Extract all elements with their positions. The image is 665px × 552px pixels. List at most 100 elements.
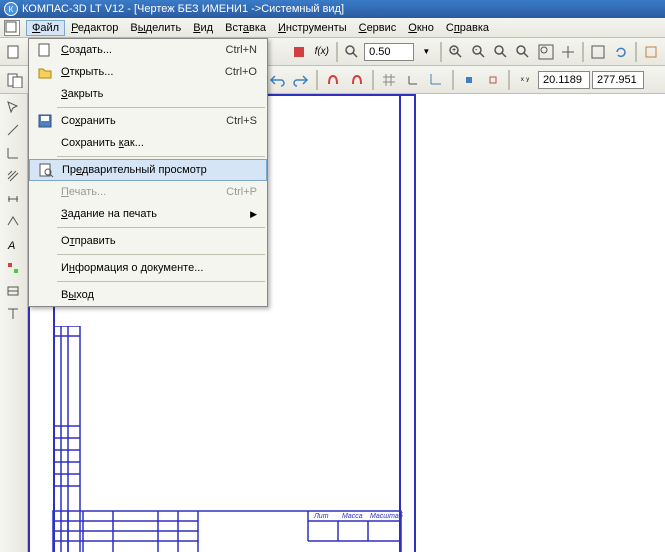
- menu-window[interactable]: Окно: [402, 20, 440, 36]
- menu-item-open[interactable]: Открыть... Ctrl+O: [29, 61, 267, 83]
- menubar: Файл Редактор Выделить Вид Вставка Инстр…: [0, 18, 665, 38]
- menu-label: Информация о документе...: [57, 262, 263, 274]
- open-icon: [37, 64, 53, 80]
- menu-label: Открыть...: [57, 66, 225, 78]
- menu-separator: [57, 156, 265, 157]
- local-cs-button[interactable]: [426, 69, 448, 91]
- tool-line[interactable]: [2, 119, 24, 141]
- coord-y-input[interactable]: [592, 71, 644, 89]
- menu-label: Отправить: [57, 235, 263, 247]
- tool-hatch[interactable]: [2, 165, 24, 187]
- menu-item-exit[interactable]: Выход: [29, 284, 267, 306]
- zoom-fit-button[interactable]: [342, 41, 362, 63]
- zoom-prev-button[interactable]: [513, 41, 533, 63]
- new-button[interactable]: [4, 41, 24, 63]
- menu-separator: [57, 254, 265, 255]
- menu-item-save[interactable]: Сохранить Ctrl+S: [29, 110, 267, 132]
- menu-item-close[interactable]: Закрыть: [29, 83, 267, 105]
- menu-tools[interactable]: Инструменты: [272, 20, 353, 36]
- left-toolbar: A: [0, 94, 28, 552]
- tb-mass: Масса: [342, 513, 363, 520]
- coord-x-input[interactable]: [538, 71, 590, 89]
- snap-button-2[interactable]: [346, 69, 368, 91]
- menu-shortcut: Ctrl+O: [225, 66, 263, 78]
- snap-end-button[interactable]: [482, 69, 504, 91]
- zoom-dropdown[interactable]: ▼: [416, 41, 436, 63]
- tool-rough[interactable]: [2, 211, 24, 233]
- zoom-window-button[interactable]: [491, 41, 511, 63]
- svg-text:+: +: [452, 47, 456, 54]
- menu-label: Печать...: [57, 186, 226, 198]
- tool-param[interactable]: [2, 280, 24, 302]
- tool-arrow[interactable]: [2, 96, 24, 118]
- menu-shortcut: Ctrl+S: [226, 115, 263, 127]
- menu-edit[interactable]: Редактор: [65, 20, 124, 36]
- snap-mid-button[interactable]: [458, 69, 480, 91]
- pan-button[interactable]: [558, 41, 578, 63]
- snap-button-1[interactable]: [322, 69, 344, 91]
- tool-edit[interactable]: [2, 257, 24, 279]
- view-prev-button[interactable]: [588, 41, 608, 63]
- title-doc: [Чертеж БЕЗ ИМЕНИ1 ->Системный вид]: [134, 3, 344, 15]
- menu-separator: [57, 281, 265, 282]
- app-icon: К: [4, 2, 18, 16]
- svg-text:A: A: [7, 240, 15, 252]
- file-menu-dropdown: Создать... Ctrl+N Открыть... Ctrl+O Закр…: [28, 38, 268, 307]
- menu-label: Предварительный просмотр: [58, 164, 262, 176]
- rotate-button[interactable]: [641, 41, 661, 63]
- menu-separator: [57, 227, 265, 228]
- tb-scale: Масштаб: [370, 512, 404, 520]
- menu-label: Задание на печать: [57, 208, 250, 220]
- tb-lit: Лит: [313, 513, 329, 520]
- zoom-in-button[interactable]: +: [446, 41, 466, 63]
- menu-item-print-task[interactable]: Задание на печать ▶: [29, 203, 267, 225]
- menu-item-print: Печать... Ctrl+P: [29, 181, 267, 203]
- menu-select[interactable]: Выделить: [124, 20, 187, 36]
- tool-measure[interactable]: [2, 303, 24, 325]
- menu-item-info[interactable]: Информация о документе...: [29, 257, 267, 279]
- zoom-input[interactable]: [364, 43, 414, 61]
- menu-separator: [57, 107, 265, 108]
- save-icon: [37, 113, 53, 129]
- zoom-out-button[interactable]: -: [469, 41, 489, 63]
- titlebar: К КОМПАС-3D LT V12 - [Чертеж БЕЗ ИМЕНИ1 …: [0, 0, 665, 18]
- menu-item-send[interactable]: Отправить: [29, 230, 267, 252]
- menu-shortcut: Ctrl+P: [226, 186, 263, 198]
- redraw-button[interactable]: [610, 41, 630, 63]
- menu-file-rest: айл: [40, 22, 59, 34]
- xy-label: ˣ ʸ: [514, 69, 536, 91]
- menu-label: Сохранить: [57, 115, 226, 127]
- menu-service[interactable]: Сервис: [353, 20, 403, 36]
- title-block-svg: Лит Масса Масштаб: [28, 326, 418, 552]
- menu-shortcut: Ctrl+N: [226, 44, 263, 56]
- tool-angle[interactable]: [2, 142, 24, 164]
- ortho-button[interactable]: [402, 69, 424, 91]
- tool-dim[interactable]: [2, 188, 24, 210]
- menu-label: Создать...: [57, 44, 226, 56]
- menu-label: Сохранить как...: [57, 137, 263, 149]
- undo-button[interactable]: [266, 69, 288, 91]
- svg-text:-: -: [475, 47, 478, 54]
- zoom-all-button[interactable]: [536, 41, 556, 63]
- menu-label: Закрыть: [57, 88, 263, 100]
- tool-text[interactable]: A: [2, 234, 24, 256]
- title-doc: -: [124, 3, 134, 15]
- new-icon: [37, 42, 53, 58]
- doc-icon[interactable]: [4, 20, 20, 36]
- fx-button[interactable]: f(x): [312, 41, 332, 63]
- stop-button[interactable]: [289, 41, 309, 63]
- menu-item-saveas[interactable]: Сохранить как...: [29, 132, 267, 154]
- doc-options-button[interactable]: [4, 69, 26, 91]
- submenu-arrow: ▶: [250, 209, 263, 220]
- preview-icon: [38, 162, 54, 178]
- menu-label: Выход: [57, 289, 263, 301]
- menu-help[interactable]: Справка: [440, 20, 495, 36]
- title-app: КОМПАС-3D LT V12: [22, 3, 124, 15]
- grid-button[interactable]: [378, 69, 400, 91]
- menu-insert[interactable]: Вставка: [219, 20, 272, 36]
- redo-button[interactable]: [290, 69, 312, 91]
- menu-file[interactable]: Файл: [26, 20, 65, 36]
- menu-view[interactable]: Вид: [187, 20, 219, 36]
- menu-item-preview[interactable]: Предварительный просмотр: [29, 159, 267, 181]
- menu-item-new[interactable]: Создать... Ctrl+N: [29, 39, 267, 61]
